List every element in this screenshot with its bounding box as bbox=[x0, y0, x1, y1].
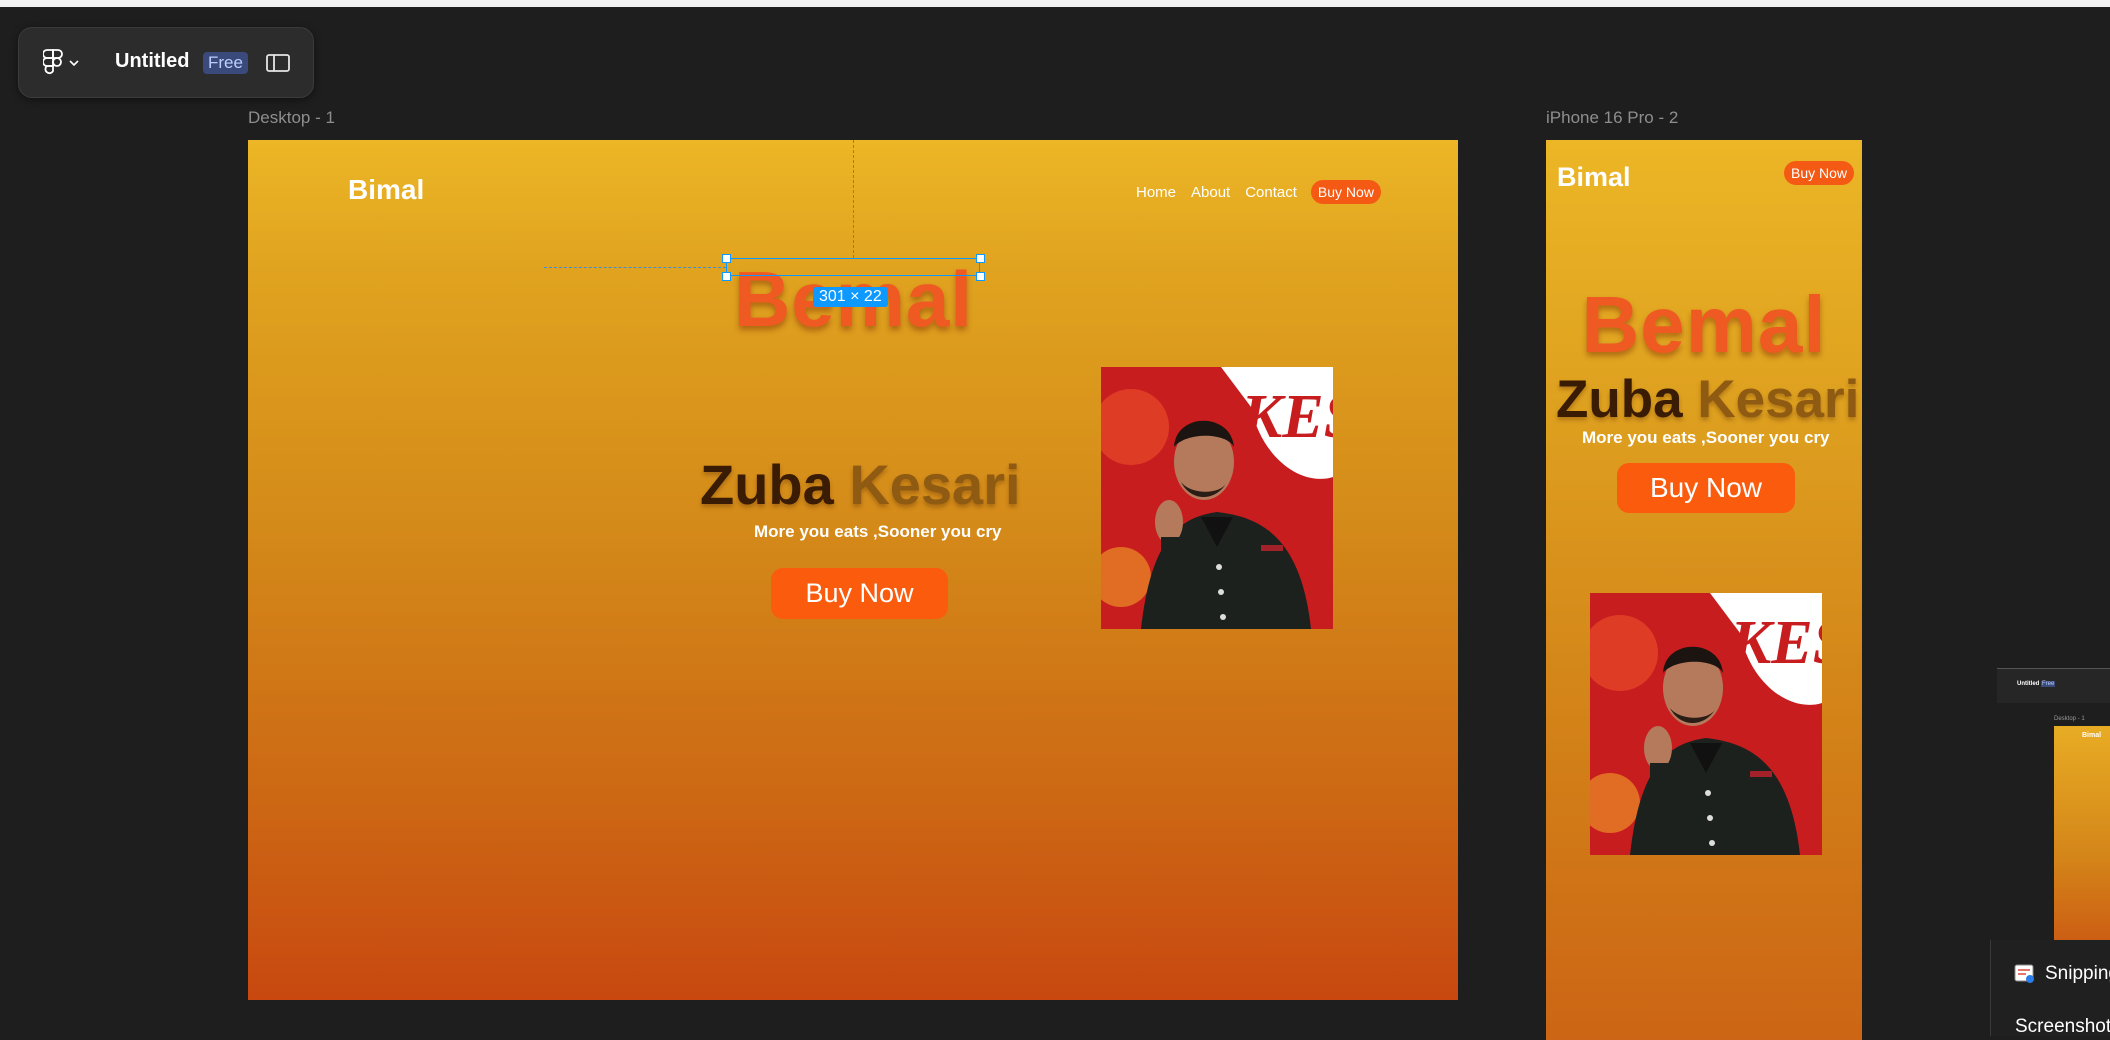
phone-frame-label[interactable]: iPhone 16 Pro - 2 bbox=[1546, 108, 1678, 128]
phone-frame[interactable]: Bimal Buy Now Bemal Zuba Kesari More you… bbox=[1546, 140, 1862, 1040]
hero-buy-button[interactable]: Buy Now bbox=[771, 568, 948, 619]
selection-dimensions-badge: 301 × 22 bbox=[813, 287, 888, 307]
headline-word-kesari: Kesari bbox=[849, 453, 1021, 516]
screenshot-label[interactable]: Screenshot bbox=[2015, 1016, 2110, 1038]
nav-buy-button[interactable]: Buy Now bbox=[1310, 180, 1381, 204]
phone-headline-word-kesari: Kesari bbox=[1697, 370, 1860, 429]
file-title[interactable]: Untitled bbox=[115, 50, 189, 73]
thumbnail-badge: Free bbox=[2041, 681, 2056, 687]
hero-tagline[interactable]: More you eats ,Sooner you cry bbox=[754, 522, 1002, 542]
snipping-tool-icon bbox=[2014, 964, 2034, 983]
resize-handle-top-left[interactable] bbox=[722, 254, 731, 263]
snipping-tool-panel: Snipping Tool Screenshot bbox=[1990, 940, 2110, 1038]
plan-badge[interactable]: Free bbox=[203, 52, 248, 74]
phone-hero-buy-button[interactable]: Buy Now bbox=[1617, 463, 1795, 513]
alignment-guide-horizontal bbox=[544, 267, 726, 268]
resize-handle-top-right[interactable] bbox=[976, 254, 985, 263]
nav-contact-link[interactable]: Contact bbox=[1245, 184, 1297, 201]
phone-man-portrait-image: KES bbox=[1590, 593, 1822, 855]
chevron-down-icon bbox=[69, 60, 79, 67]
main-menu-button[interactable] bbox=[43, 48, 103, 78]
phone-hero-tagline[interactable]: More you eats ,Sooner you cry bbox=[1582, 428, 1830, 448]
thumbnail-frame-label: Desktop - 1 bbox=[2054, 716, 2085, 722]
thumbnail-logo: Bimal bbox=[2082, 732, 2102, 739]
man-portrait-image: KES bbox=[1101, 367, 1333, 629]
toggle-sidebar-icon[interactable] bbox=[265, 51, 291, 75]
resize-handle-bottom-left[interactable] bbox=[722, 272, 731, 281]
site-logo[interactable]: Bimal bbox=[348, 174, 424, 206]
window-thumbnail-frame[interactable] bbox=[2054, 726, 2110, 941]
phone-product-photo[interactable]: KES bbox=[1590, 593, 1822, 855]
phone-nav-buy-button[interactable]: Buy Now bbox=[1784, 161, 1855, 185]
desktop-frame[interactable]: Bimal Home About Contact Buy Now Bemal Z… bbox=[248, 140, 1458, 1000]
figma-logo-icon bbox=[43, 49, 63, 75]
phone-headline-word-zuba: Zuba bbox=[1556, 370, 1683, 429]
phone-site-logo[interactable]: Bimal bbox=[1557, 162, 1631, 193]
file-toolbar: Untitled Free bbox=[18, 27, 314, 98]
snipping-tool-item[interactable]: Snipping Tool bbox=[2013, 962, 2110, 986]
phone-photo-kes-text: KES bbox=[1729, 609, 1822, 677]
headline-word-zuba: Zuba bbox=[700, 453, 834, 516]
thumbnail-title: Untitled bbox=[2017, 681, 2040, 687]
snipping-tool-label: Snipping Tool bbox=[2045, 963, 2110, 984]
nav-home-link[interactable]: Home bbox=[1136, 184, 1176, 201]
nav-about-link[interactable]: About bbox=[1191, 184, 1230, 201]
site-nav: Home About Contact Buy Now bbox=[1136, 180, 1381, 204]
alignment-guide-vertical bbox=[853, 140, 854, 258]
window-thumbnail-toolbar[interactable]: Untitled Free bbox=[1997, 668, 2110, 703]
photo-kes-text: KES bbox=[1240, 383, 1333, 451]
selection-box[interactable] bbox=[726, 258, 980, 276]
product-photo[interactable]: KES bbox=[1101, 367, 1333, 629]
phone-hero-headline[interactable]: Zuba Kesari bbox=[1556, 373, 1859, 426]
desktop-frame-label[interactable]: Desktop - 1 bbox=[248, 108, 335, 128]
phone-brand-title-text[interactable]: Bemal bbox=[1546, 285, 1862, 365]
resize-handle-bottom-right[interactable] bbox=[976, 272, 985, 281]
window-top-border bbox=[0, 0, 2110, 7]
hero-headline[interactable]: Zuba Kesari bbox=[700, 457, 1021, 513]
